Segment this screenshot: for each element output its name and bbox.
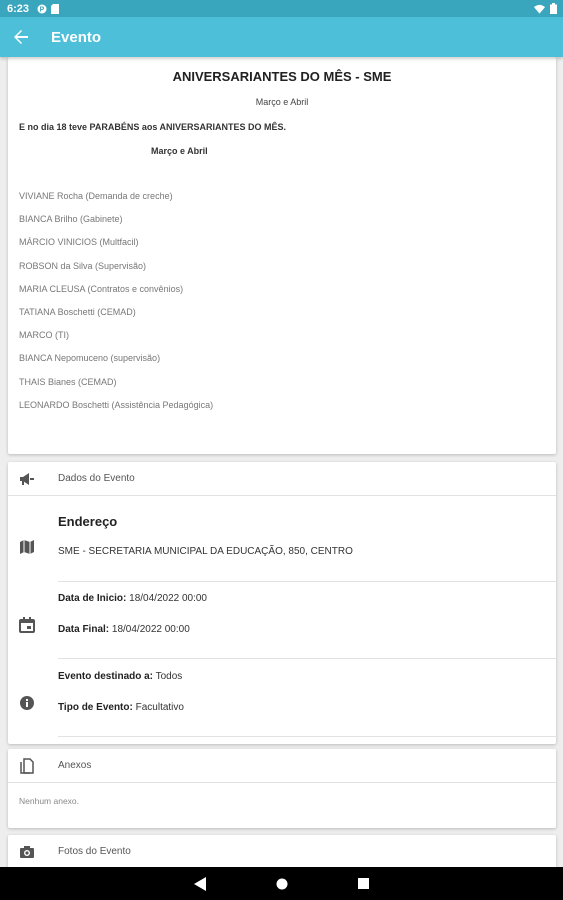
photos-label: Fotos do Evento [58,846,131,857]
description-line: E no dia 18 teve PARABÉNS aos ANIVERSARI… [19,122,287,132]
description-card: ANIVERSARIANTES DO MÊS - SME Março e Abr… [8,57,556,454]
megaphone-icon [20,473,34,485]
content-scroll[interactable]: ANIVERSARIANTES DO MÊS - SME Março e Abr… [0,57,563,867]
type-value: Facultativo [135,702,184,713]
start-date-row: Data de Inicio: 18/04/2022 00:00 [58,593,207,604]
attachments-header: Anexos [8,749,556,783]
status-time: 6:23 [7,2,30,15]
attachments-card: Anexos Nenhum anexo. [8,749,556,828]
list-item: BIANCA Nepomuceno (supervisão) [19,353,161,364]
attachment-icon [20,758,34,774]
nav-home-button[interactable] [275,877,289,891]
attachments-label: Anexos [58,760,92,771]
start-date-label: Data de Inicio: [58,593,127,604]
list-item: BIANCA Brilho (Gabinete) [19,214,123,225]
triangle-back-icon [193,876,206,891]
camera-icon [20,846,34,858]
list-item: LEONARDO Boschetti (Assistência Pedagógi… [19,399,214,410]
photos-header: Fotos do Evento [8,835,556,867]
start-date-value: 18/04/2022 00:00 [129,593,207,604]
description-subtitle: Março e Abril [255,97,309,107]
divider [58,581,556,582]
calendar-icon [19,617,35,633]
event-data-label: Dados do Evento [58,473,135,484]
divider [58,736,556,737]
divider [58,658,556,659]
list-item: VIVIANE Rocha (Demanda de creche) [19,191,173,201]
app-bar: Evento [0,17,563,57]
arrow-left-icon [14,30,28,44]
wifi-icon [534,4,545,14]
circle-home-icon [276,878,287,889]
type-label: Tipo de Evento: [58,702,133,713]
page-title: Evento [51,28,102,46]
nav-back-button[interactable] [193,876,207,891]
map-icon [20,540,34,554]
sd-card-icon [51,3,60,14]
square-recents-icon [358,878,369,889]
end-date-value: 18/04/2022 00:00 [111,624,190,635]
description-subtitle-2: Março e Abril [151,146,208,156]
system-nav-bar [0,867,563,900]
event-data-card: Dados do Evento Endereço SME - SECRETARI… [8,462,556,744]
birthday-list: VIVIANE Rocha (Demanda de creche) BIANCA… [19,191,213,423]
type-row: Tipo de Evento: Facultativo [58,702,184,713]
description-title: ANIVERSARIANTES DO MÊS - SME [172,69,392,84]
end-date-row: Data Final: 18/04/2022 00:00 [58,624,190,635]
back-button[interactable] [10,26,32,48]
event-data-header: Dados do Evento [8,462,556,496]
list-item: THAIS Bianes (CEMAD) [19,376,117,387]
notification-icon: P [37,4,47,13]
list-item: ROBSON da Silva (Supervisão) [19,260,147,271]
attachments-empty-text: Nenhum anexo. [19,796,80,806]
end-date-label: Data Final: [58,624,110,635]
battery-icon [550,3,557,14]
address-text: SME - SECRETARIA MUNICIPAL DA EDUCAÇÃO, … [58,546,353,557]
svg-text:P: P [40,6,45,13]
nav-recents-button[interactable] [357,877,371,891]
address-title: Endereço [58,514,118,529]
info-icon [20,696,34,710]
list-item: MARIA CLEUSA (Contratos e convênios) [19,283,184,294]
target-row: Evento destinado a: Todos [58,671,182,682]
list-item: TATIANA Boschetti (CEMAD) [19,306,136,317]
list-item: MÁRCIO VINICIOS (Multfacil) [19,237,139,248]
target-value: Todos [155,671,183,682]
photos-card: Fotos do Evento [8,835,556,867]
list-item: MARCO (TI) [19,330,69,341]
target-label: Evento destinado a: [58,671,154,682]
status-bar: 6:23 P [0,0,563,17]
